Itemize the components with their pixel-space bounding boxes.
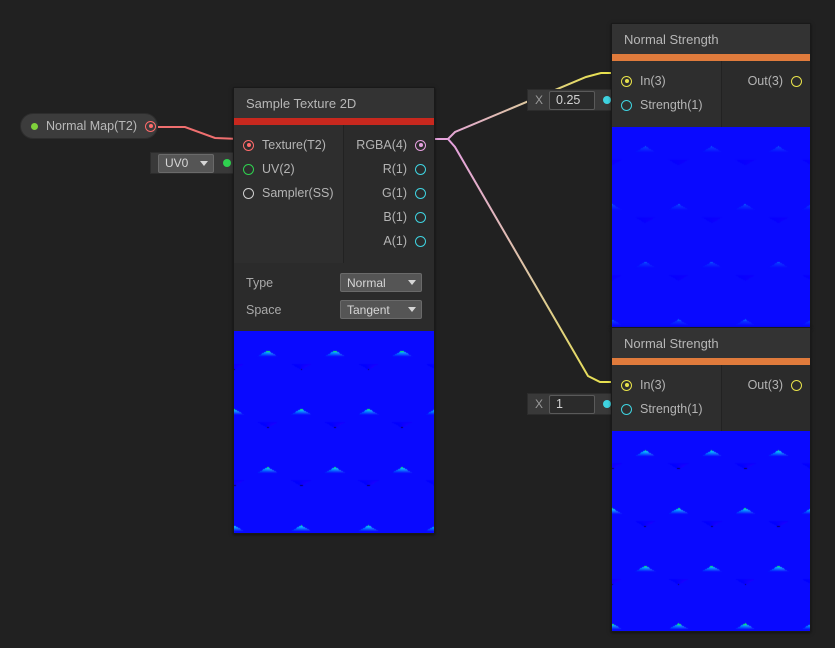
node-output-ports: Out(3) [722, 61, 810, 127]
node-controls: Type Normal Space Tangent [234, 263, 434, 331]
uv-channel-dropdown[interactable]: UV0 [158, 154, 214, 173]
node-sample-texture-2d[interactable]: Sample Texture 2D Texture(T2) UV(2) Samp… [233, 87, 435, 534]
control-row-space[interactable]: Space Tangent [234, 296, 434, 323]
node-normal-strength-bottom[interactable]: Normal Strength In(3) Strength(1) Out(3) [611, 327, 811, 632]
uv-channel-block[interactable]: UV0 [150, 152, 238, 174]
node-ports: In(3) Strength(1) Out(3) [612, 61, 810, 127]
shader-graph-canvas[interactable]: Normal Map(T2) UV0 Sample Texture 2D Tex… [0, 0, 835, 648]
node-preview-sample-texture[interactable] [234, 331, 434, 533]
port-label: Out(3) [748, 74, 783, 88]
node-accent-bar [612, 358, 810, 365]
node-preview-normal-strength-top[interactable] [612, 127, 810, 327]
wire-normalmap-to-texture [158, 127, 240, 139]
port-row-a[interactable]: A(1) [344, 229, 434, 253]
node-output-ports: RGBA(4) R(1) G(1) B(1) A(1) [344, 125, 434, 263]
node-title: Normal Strength [612, 328, 810, 358]
strength-value-input[interactable]: 0.25 [549, 91, 595, 110]
port-row-rgba[interactable]: RGBA(4) [344, 133, 434, 157]
port-row-in[interactable]: In(3) [612, 69, 721, 93]
control-label: Space [246, 303, 281, 317]
port-label: RGBA(4) [356, 138, 407, 152]
node-input-ports: In(3) Strength(1) [612, 365, 722, 431]
strength-input-port-icon[interactable] [621, 100, 632, 111]
port-label: Strength(1) [640, 98, 703, 112]
node-accent-bar [612, 54, 810, 61]
strength-float-field-bottom[interactable]: X 1 [527, 393, 618, 415]
type-value: Normal [347, 276, 386, 290]
space-value: Tangent [347, 303, 390, 317]
hex-normal-map-preview [612, 431, 810, 631]
node-input-ports: Texture(T2) UV(2) Sampler(SS) [234, 125, 344, 263]
texture-input-port-icon[interactable] [243, 140, 254, 151]
uv-channel-value: UV0 [165, 156, 188, 170]
b-output-port-icon[interactable] [415, 212, 426, 223]
port-label: In(3) [640, 378, 666, 392]
port-label: R(1) [383, 162, 407, 176]
in-input-port-icon[interactable] [621, 76, 632, 87]
port-row-texture[interactable]: Texture(T2) [234, 133, 343, 157]
port-label: Texture(T2) [262, 138, 326, 152]
out-output-port-icon[interactable] [791, 380, 802, 391]
axis-label: X [535, 397, 543, 411]
chevron-down-icon [408, 307, 416, 312]
strength-value-input[interactable]: 1 [549, 395, 595, 414]
float-output-dot-icon[interactable] [603, 96, 611, 104]
control-label: Type [246, 276, 273, 290]
hex-normal-map-preview [234, 331, 434, 533]
type-dropdown[interactable]: Normal [340, 273, 422, 292]
port-label: In(3) [640, 74, 666, 88]
out-output-port-icon[interactable] [791, 76, 802, 87]
port-row-r[interactable]: R(1) [344, 157, 434, 181]
port-label: G(1) [382, 186, 407, 200]
green-dot-icon [31, 123, 38, 130]
wire-rgba-to-bottom-in [448, 139, 615, 382]
node-input-ports: In(3) Strength(1) [612, 61, 722, 127]
port-label: Sampler(SS) [262, 186, 334, 200]
texture-port-icon[interactable] [145, 121, 156, 132]
property-node-normal-map[interactable]: Normal Map(T2) [20, 113, 158, 139]
sampler-input-port-icon[interactable] [243, 188, 254, 199]
port-row-g[interactable]: G(1) [344, 181, 434, 205]
chevron-down-icon [200, 161, 208, 166]
rgba-output-port-icon[interactable] [415, 140, 426, 151]
node-preview-normal-strength-bottom[interactable] [612, 431, 810, 631]
port-row-out[interactable]: Out(3) [722, 69, 810, 93]
uv-input-port-icon[interactable] [243, 164, 254, 175]
node-title: Normal Strength [612, 24, 810, 54]
float-output-dot-icon[interactable] [603, 400, 611, 408]
property-node-label: Normal Map(T2) [46, 119, 137, 133]
node-output-ports: Out(3) [722, 365, 810, 431]
port-label: Strength(1) [640, 402, 703, 416]
uv-output-dot-icon[interactable] [223, 159, 231, 167]
port-label: B(1) [383, 210, 407, 224]
node-ports: In(3) Strength(1) Out(3) [612, 365, 810, 431]
port-row-sampler[interactable]: Sampler(SS) [234, 181, 343, 205]
control-row-type[interactable]: Type Normal [234, 269, 434, 296]
port-row-out[interactable]: Out(3) [722, 373, 810, 397]
node-accent-bar [234, 118, 434, 125]
node-normal-strength-top[interactable]: Normal Strength In(3) Strength(1) Out(3) [611, 23, 811, 328]
strength-input-port-icon[interactable] [621, 404, 632, 415]
in-input-port-icon[interactable] [621, 380, 632, 391]
strength-float-field-top[interactable]: X 0.25 [527, 89, 618, 111]
port-row-in[interactable]: In(3) [612, 373, 721, 397]
r-output-port-icon[interactable] [415, 164, 426, 175]
port-row-uv[interactable]: UV(2) [234, 157, 343, 181]
g-output-port-icon[interactable] [415, 188, 426, 199]
node-title: Sample Texture 2D [234, 88, 434, 118]
space-dropdown[interactable]: Tangent [340, 300, 422, 319]
axis-label: X [535, 93, 543, 107]
chevron-down-icon [408, 280, 416, 285]
port-label: A(1) [383, 234, 407, 248]
a-output-port-icon[interactable] [415, 236, 426, 247]
port-row-strength[interactable]: Strength(1) [612, 93, 721, 117]
port-label: Out(3) [748, 378, 783, 392]
port-row-strength[interactable]: Strength(1) [612, 397, 721, 421]
port-label: UV(2) [262, 162, 295, 176]
hex-normal-map-preview [612, 127, 810, 327]
port-row-b[interactable]: B(1) [344, 205, 434, 229]
node-ports: Texture(T2) UV(2) Sampler(SS) RGBA(4) R(… [234, 125, 434, 263]
